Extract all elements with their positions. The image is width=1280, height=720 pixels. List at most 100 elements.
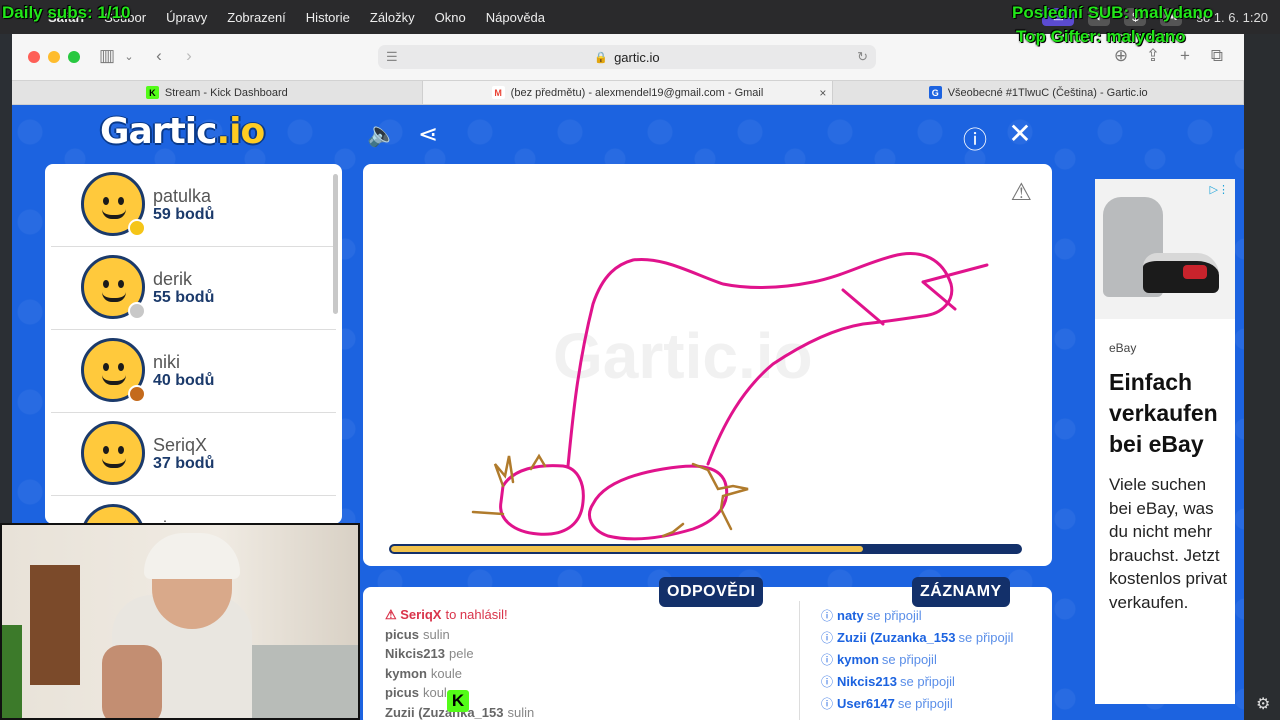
- record-item: ⓘ Nikcis213 se připojil: [821, 673, 1041, 691]
- adchoices-icon[interactable]: ▷⋮: [1210, 183, 1229, 196]
- address-bar[interactable]: ☰ 🔒 gartic.io ↻: [378, 45, 876, 69]
- rank-badge: [128, 302, 146, 320]
- tab-label: (bez předmětu) - alexmendel19@gmail.com …: [510, 86, 764, 99]
- answer-item: Zuzii (Zuzanka_153 sulin: [385, 703, 765, 720]
- record-text: se připojil: [958, 630, 1014, 645]
- close-icon[interactable]: ✕: [1005, 117, 1035, 150]
- ad-title[interactable]: Einfach verkaufen bei eBay: [1109, 367, 1233, 460]
- record-user: naty: [837, 608, 864, 623]
- new-tab-icon[interactable]: +: [1174, 46, 1196, 66]
- reload-icon[interactable]: ↻: [857, 49, 868, 65]
- ad-brand: eBay: [1109, 341, 1137, 355]
- answer-text: to nahlásil!: [445, 607, 508, 622]
- player-score: 59 bodů: [153, 206, 215, 223]
- info-icon: ⓘ: [821, 697, 834, 711]
- tab-kick-dashboard[interactable]: K Stream - Kick Dashboard: [12, 81, 423, 104]
- sidebar-toggle-icon[interactable]: ▥: [96, 46, 118, 66]
- pink-stroke: [588, 464, 729, 541]
- player-row[interactable]: SeriqX 37 bodů: [51, 413, 336, 496]
- player-score: 37 bodů: [153, 455, 215, 472]
- answer-text: sulin: [422, 626, 450, 642]
- webcam-plant: [2, 625, 22, 718]
- daily-subs-overlay: Daily subs: 1/10: [2, 3, 131, 22]
- top-gifter-overlay: Top Gifter: malydano: [1016, 27, 1186, 46]
- answers-section-label: ODPOVĚDI: [659, 577, 764, 607]
- record-text: se připojil: [900, 674, 955, 689]
- player-row[interactable]: patulka 59 bodů: [51, 164, 336, 247]
- gmail-favicon-icon: M: [491, 86, 505, 99]
- answer-item: Nikcis213 pele: [385, 644, 765, 664]
- player-avatar: [81, 504, 145, 524]
- record-user: kymon: [837, 652, 879, 667]
- webcam-door: [30, 565, 80, 685]
- ad-product-image[interactable]: ▷⋮: [1095, 179, 1235, 319]
- pink-stroke: [566, 252, 954, 468]
- player-row[interactable]: picus: [51, 496, 336, 524]
- player-avatar: [81, 255, 146, 320]
- ebay-ad[interactable]: ▷⋮ eBay Einfach verkaufen bei eBay Viele…: [1095, 179, 1235, 704]
- back-icon[interactable]: ‹: [148, 46, 170, 66]
- tab-gmail[interactable]: M (bez předmětu) - alexmendel19@gmail.co…: [422, 81, 834, 104]
- record-item: ⓘ kymon se připojil: [821, 651, 1041, 669]
- player-score: 40 bodů: [153, 372, 215, 389]
- player-avatar: [81, 338, 146, 403]
- player-avatar: [81, 172, 146, 237]
- reader-icon[interactable]: ☰: [386, 49, 398, 65]
- player-row[interactable]: niki 40 bodů: [51, 330, 336, 413]
- menu-view[interactable]: Zobrazení: [227, 10, 286, 25]
- logo-suffix: .io: [216, 111, 265, 152]
- window-maximize-button[interactable]: [68, 51, 80, 63]
- lock-icon: 🔒: [594, 51, 609, 64]
- answer-item: picus koule: [385, 683, 765, 703]
- pink-stroke: [841, 263, 989, 326]
- tab-overview-icon[interactable]: ⧉: [1206, 46, 1228, 66]
- kick-favicon-icon: K: [145, 86, 159, 99]
- tab-gartic[interactable]: G Všeobecné #1TlwuC (Čeština) - Gartic.i…: [833, 81, 1245, 104]
- chevron-down-icon[interactable]: ⌄: [118, 50, 140, 63]
- tab-close-icon[interactable]: ×: [819, 86, 826, 100]
- webcam-overlay: [0, 523, 360, 720]
- record-text: se připojil: [897, 696, 953, 711]
- logo-main: Gartic: [100, 111, 217, 152]
- drawing-canvas[interactable]: Gartic.io ⚠: [363, 164, 1052, 566]
- menu-window[interactable]: Okno: [435, 10, 466, 25]
- round-timer-bar: [389, 544, 1022, 554]
- records-section-label: ZÁZNAMY: [912, 577, 1010, 607]
- share-icon[interactable]: ⇪: [1142, 46, 1164, 66]
- info-icon: ⓘ: [821, 609, 834, 623]
- rank-badge: [128, 385, 146, 403]
- sound-icon[interactable]: 🔈: [367, 120, 397, 149]
- sneaker-image: [1143, 253, 1219, 293]
- record-item: ⓘ User6147 se připojil: [821, 695, 1041, 713]
- answer-item: kymon koule: [385, 664, 765, 684]
- menu-bookmarks[interactable]: Záložky: [370, 10, 415, 25]
- record-user: Zuzii (Zuzanka_153: [837, 630, 956, 645]
- gartic-favicon-icon: G: [928, 86, 942, 99]
- downloads-icon[interactable]: ⊕: [1110, 46, 1132, 66]
- window-minimize-button[interactable]: [48, 51, 60, 63]
- gartic-logo[interactable]: Gartic.io: [100, 111, 265, 152]
- menu-edit[interactable]: Úpravy: [166, 10, 207, 25]
- answer-text: sulin: [507, 704, 535, 720]
- menu-history[interactable]: Historie: [306, 10, 350, 25]
- info-icon[interactable]: ⓘ: [960, 120, 990, 155]
- player-name: SeriqX: [153, 435, 208, 455]
- answer-user: Nikcis213: [385, 646, 445, 661]
- forward-icon[interactable]: ›: [178, 46, 200, 66]
- player-name: patulka: [153, 186, 212, 206]
- drawing-strokes: [471, 252, 989, 541]
- players-scrollbar[interactable]: [333, 174, 338, 314]
- player-row[interactable]: derik 55 bodů: [51, 247, 336, 330]
- gear-icon[interactable]: ⚙: [1256, 694, 1270, 714]
- answer-item: picus sulin: [385, 625, 765, 645]
- menu-help[interactable]: Nápověda: [486, 10, 545, 25]
- answer-text: koule: [430, 665, 462, 681]
- players-panel: patulka 59 bodů derik 55 bodů niki 40 bo…: [45, 164, 342, 524]
- tab-label: Stream - Kick Dashboard: [164, 86, 288, 99]
- record-item: ⓘ naty se připojil: [821, 607, 1041, 625]
- share-icon[interactable]: ⋖: [413, 120, 443, 149]
- answer-user: picus: [385, 685, 419, 700]
- tab-bar: K Stream - Kick Dashboard M (bez předmět…: [12, 80, 1245, 105]
- window-close-button[interactable]: [28, 51, 40, 63]
- info-icon: ⓘ: [821, 653, 834, 667]
